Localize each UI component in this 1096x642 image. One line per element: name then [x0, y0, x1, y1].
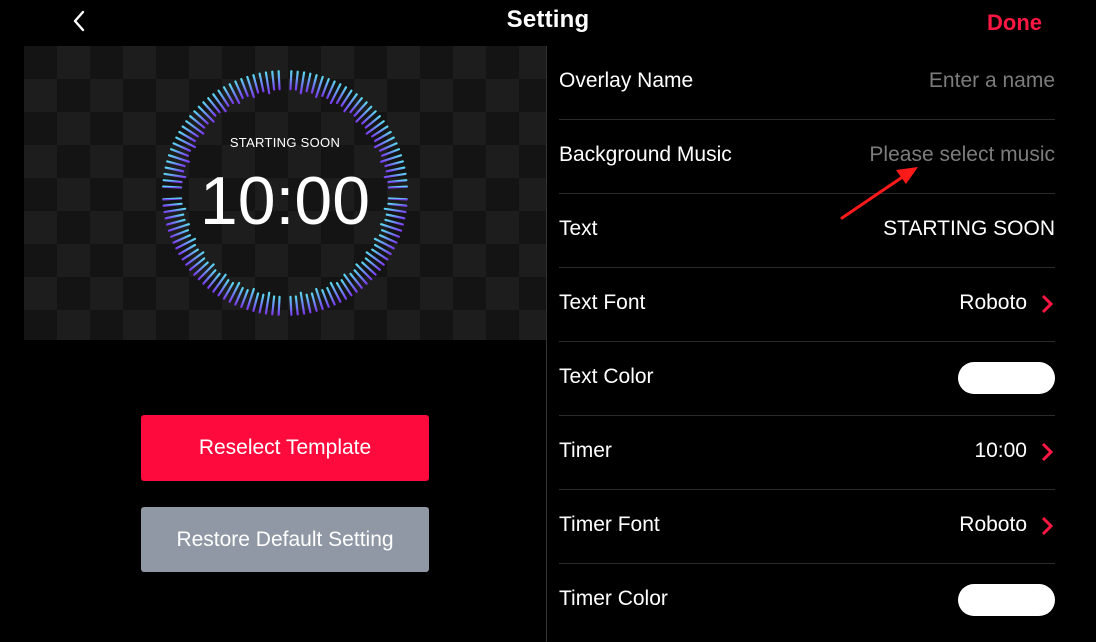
panel-divider: [546, 46, 547, 642]
setting-label: Text Font: [559, 291, 646, 314]
preview-overlay-text: STARTING SOON: [229, 135, 341, 150]
done-button[interactable]: Done: [987, 10, 1042, 36]
restore-default-button[interactable]: Restore Default Setting: [141, 507, 429, 572]
ring-tick: [170, 148, 190, 157]
ring-tick: [264, 291, 271, 315]
ring-tick: [289, 295, 293, 316]
setting-label: Timer: [559, 439, 612, 462]
ring-tick: [271, 295, 276, 316]
setting-label: Text: [559, 217, 598, 240]
timer-font-value: Roboto: [959, 513, 1027, 536]
music-select[interactable]: Please select music: [869, 143, 1055, 167]
ring-tick: [355, 263, 373, 281]
setting-text-color[interactable]: Text Color: [559, 342, 1055, 416]
setting-text[interactable]: Text STARTING SOON: [559, 194, 1055, 268]
ring-tick: [315, 75, 324, 99]
settings-list: Overlay Name Enter a name Background Mus…: [559, 46, 1055, 637]
page-title: Setting: [506, 6, 590, 33]
ring-tick: [277, 70, 281, 91]
ring-tick: [310, 74, 318, 94]
ring-tick: [380, 148, 400, 157]
ring-tick: [310, 292, 318, 312]
setting-label: Timer Font: [559, 513, 660, 536]
setting-label: Background Music: [559, 143, 732, 166]
overlay-name-input[interactable]: Enter a name: [929, 69, 1055, 93]
top-bar: Setting Done: [0, 0, 1096, 46]
setting-label: Overlay Name: [559, 69, 694, 92]
text-font-value: Roboto: [959, 291, 1027, 314]
ring-tick: [305, 72, 312, 93]
chevron-right-icon[interactable]: [1039, 442, 1055, 462]
ring-tick: [258, 293, 265, 314]
ring-tick: [252, 74, 260, 94]
setting-background-music[interactable]: Background Music Please select music: [559, 120, 1055, 194]
ring-tick: [246, 287, 255, 311]
ring-tick: [299, 71, 306, 95]
ring-tick: [305, 293, 312, 314]
setting-timer-color[interactable]: Timer Color: [559, 564, 1055, 637]
ring-tick: [167, 154, 191, 163]
ring-tick: [197, 263, 215, 281]
setting-text-font[interactable]: Text Font Roboto: [559, 268, 1055, 342]
ring-tick: [258, 72, 265, 93]
ring-tick: [246, 75, 255, 99]
ring-tick: [355, 105, 373, 123]
preview-timer: 10:00: [199, 163, 371, 239]
text-value[interactable]: STARTING SOON: [883, 217, 1055, 241]
ring-tick: [289, 70, 293, 91]
chevron-right-icon[interactable]: [1039, 516, 1055, 536]
setting-timer[interactable]: Timer 10:00: [559, 416, 1055, 490]
setting-timer-font[interactable]: Timer Font Roboto: [559, 490, 1055, 564]
setting-label: Text Color: [559, 365, 654, 388]
ring-tick: [240, 288, 249, 308]
ring-tick: [252, 292, 260, 312]
ring-tick: [240, 78, 249, 98]
ring-tick: [321, 78, 330, 98]
chevron-right-icon[interactable]: [1039, 294, 1055, 314]
setting-overlay-name[interactable]: Overlay Name Enter a name: [559, 46, 1055, 120]
ring-tick: [379, 154, 403, 163]
ring-tick: [264, 71, 271, 95]
ring-tick: [321, 288, 330, 308]
reselect-template-button[interactable]: Reselect Template: [141, 415, 429, 481]
ring-tick: [294, 295, 299, 316]
timer-value: 10:00: [974, 439, 1027, 462]
overlay-preview: STARTING SOON 10:00: [24, 46, 546, 340]
ring-tick: [271, 70, 276, 91]
text-color-swatch[interactable]: [958, 362, 1055, 394]
ring-tick: [299, 291, 306, 315]
ring-tick: [315, 287, 324, 311]
setting-label: Timer Color: [559, 587, 668, 610]
ring-tick: [277, 295, 281, 316]
timer-color-swatch[interactable]: [958, 584, 1055, 616]
ring-tick: [294, 70, 299, 91]
ring-tick: [197, 105, 215, 123]
